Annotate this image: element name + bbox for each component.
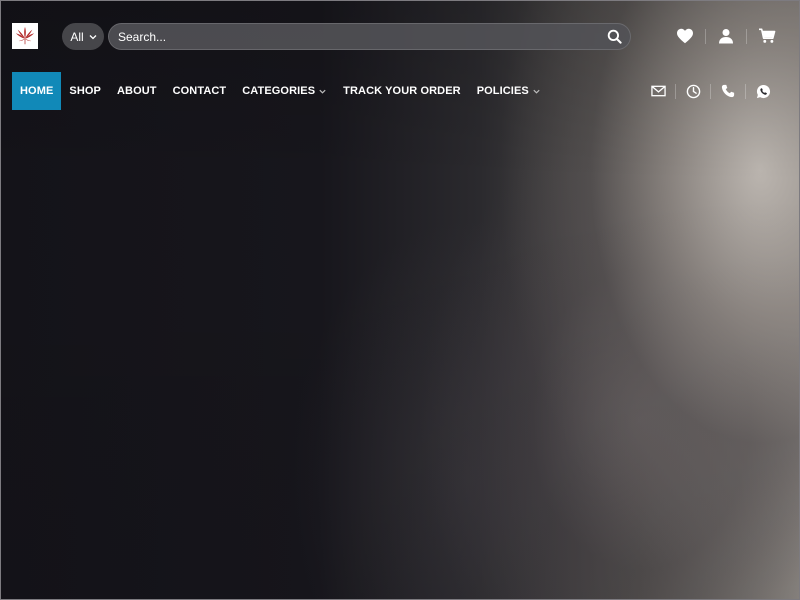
nav-item-label: SHOP: [69, 85, 101, 97]
divider: [745, 83, 746, 99]
whatsapp-link[interactable]: [754, 82, 772, 100]
nav-item-label: ABOUT: [116, 85, 157, 97]
nav-item-track-order[interactable]: TRACK YOUR ORDER: [335, 72, 469, 110]
nav-item-contact[interactable]: CONTACT: [165, 72, 235, 110]
nav-item-label: CATEGORIES: [242, 85, 316, 97]
site-logo[interactable]: [12, 23, 38, 49]
account-button[interactable]: [716, 26, 736, 46]
cannabis-leaf-icon: [15, 26, 35, 45]
chevron-down-icon: [89, 34, 97, 39]
nav-item-label: CONTACT: [172, 85, 227, 97]
envelope-icon: [650, 85, 666, 97]
divider: [746, 28, 747, 44]
main-nav: HOME SHOP ABOUT CONTACT CATEGORIES TRACK…: [12, 72, 549, 110]
divider: [710, 83, 711, 99]
cart-icon: [759, 28, 776, 43]
nav-item-home[interactable]: HOME: [12, 72, 62, 110]
clock-icon: [686, 84, 700, 98]
phone-icon: [721, 84, 735, 98]
chevron-down-icon: [533, 89, 540, 94]
phone-link[interactable]: [719, 82, 737, 100]
divider: [705, 28, 706, 44]
divider: [675, 83, 676, 99]
heart-icon: [677, 28, 693, 44]
header-actions: [675, 26, 777, 46]
nav-item-label: HOME: [20, 85, 54, 97]
search-button[interactable]: [606, 28, 623, 45]
wishlist-button[interactable]: [675, 26, 695, 46]
search-bar: All: [62, 23, 631, 50]
cart-button[interactable]: [757, 26, 777, 46]
contact-links: [649, 82, 772, 100]
nav-item-about[interactable]: ABOUT: [109, 72, 165, 110]
hours-link[interactable]: [684, 82, 702, 100]
chevron-down-icon: [319, 89, 326, 94]
search-icon: [607, 29, 622, 44]
category-select-label: All: [70, 29, 84, 44]
category-select[interactable]: All: [62, 23, 104, 50]
email-link[interactable]: [649, 82, 667, 100]
nav-item-label: POLICIES: [476, 85, 529, 97]
whatsapp-icon: [756, 84, 770, 98]
nav-item-policies[interactable]: POLICIES: [469, 72, 549, 110]
nav-item-label: TRACK YOUR ORDER: [343, 85, 461, 97]
page: All Search... HOME SHOP ABOUT CONTACT CA…: [0, 0, 800, 600]
nav-item-categories[interactable]: CATEGORIES: [234, 72, 335, 110]
search-input[interactable]: [108, 23, 631, 50]
nav-item-shop[interactable]: SHOP: [61, 72, 109, 110]
user-icon: [719, 29, 733, 44]
